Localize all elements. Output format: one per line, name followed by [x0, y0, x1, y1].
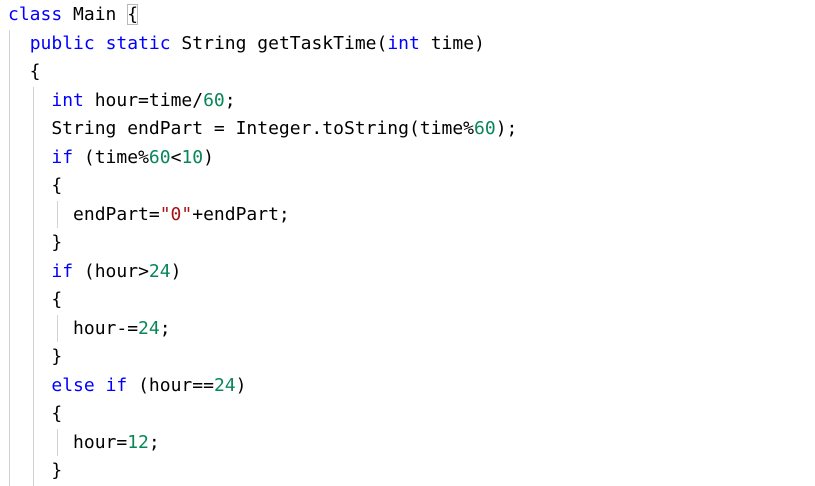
code-line[interactable]: hour=12; [8, 429, 160, 457]
code-line[interactable]: endPart="0"+endPart; [8, 201, 290, 229]
code-token: ); [495, 118, 518, 139]
code-line[interactable]: } [8, 229, 62, 257]
code-token: (time% [73, 146, 149, 168]
code-token: (hour> [73, 260, 149, 282]
code-token: { [127, 4, 139, 25]
code-line[interactable]: { [8, 172, 62, 200]
code-token: } [8, 346, 63, 367]
code-token: endPart= [8, 203, 160, 225]
keyword-token: static [105, 32, 171, 54]
code-token: { [8, 403, 63, 424]
keyword-token: if [105, 374, 128, 396]
number-token: 24 [148, 260, 171, 282]
code-token: Main [62, 4, 128, 25]
keyword-token: if [51, 260, 74, 282]
string-token: "0" [159, 203, 193, 225]
code-token: String getTaskTime( [170, 32, 388, 54]
code-token: ) [203, 146, 214, 168]
number-token: 24 [138, 317, 160, 339]
number-token: 10 [181, 146, 204, 168]
code-line[interactable]: public static String getTaskTime(int tim… [8, 30, 485, 58]
code-line[interactable]: { [8, 400, 62, 428]
number-token: 24 [213, 374, 236, 396]
code-token: hour=time/ [83, 89, 204, 111]
code-editor[interactable]: class Main { public static String getTas… [0, 0, 815, 486]
code-line[interactable]: { [8, 58, 41, 86]
code-token: { [8, 61, 41, 82]
number-token: 60 [148, 146, 171, 168]
code-token: String endPart = Integer.toString(time% [8, 118, 474, 139]
code-line[interactable]: } [8, 457, 62, 485]
code-line[interactable]: if (time%60<10) [8, 144, 214, 172]
code-token: { [8, 175, 63, 196]
code-token: } [8, 460, 63, 481]
code-line[interactable]: } [8, 343, 62, 371]
code-line[interactable]: else if (hour==24) [8, 372, 246, 400]
code-line[interactable]: hour-=24; [8, 315, 171, 343]
code-line[interactable]: class Main { [8, 1, 139, 29]
code-token: hour= [8, 431, 128, 453]
code-token: < [170, 146, 182, 168]
code-token: time) [419, 32, 485, 54]
code-token: ) [235, 374, 247, 396]
number-token: 60 [474, 118, 496, 139]
keyword-token: class [8, 4, 63, 25]
keyword-token: else [51, 374, 95, 396]
keyword-token: public [29, 32, 95, 54]
code-token: hour-= [8, 317, 139, 339]
number-token: 12 [127, 431, 149, 453]
code-token: ; [148, 431, 160, 453]
code-token: } [8, 232, 63, 253]
code-token: +endPart; [192, 203, 290, 225]
code-line[interactable]: int hour=time/60; [8, 87, 236, 115]
code-token: ; [224, 89, 236, 111]
code-token: { [8, 289, 63, 310]
keyword-token: int [387, 32, 420, 54]
code-line[interactable]: String endPart = Integer.toString(time%6… [8, 115, 517, 143]
code-line[interactable]: if (hour>24) [8, 258, 181, 286]
code-token: ; [159, 317, 171, 339]
keyword-token: int [51, 89, 84, 111]
code-token: ) [170, 260, 182, 282]
code-line[interactable]: { [8, 286, 62, 314]
keyword-token: if [51, 146, 74, 168]
code-token: (hour== [127, 374, 214, 396]
number-token: 60 [203, 89, 225, 111]
